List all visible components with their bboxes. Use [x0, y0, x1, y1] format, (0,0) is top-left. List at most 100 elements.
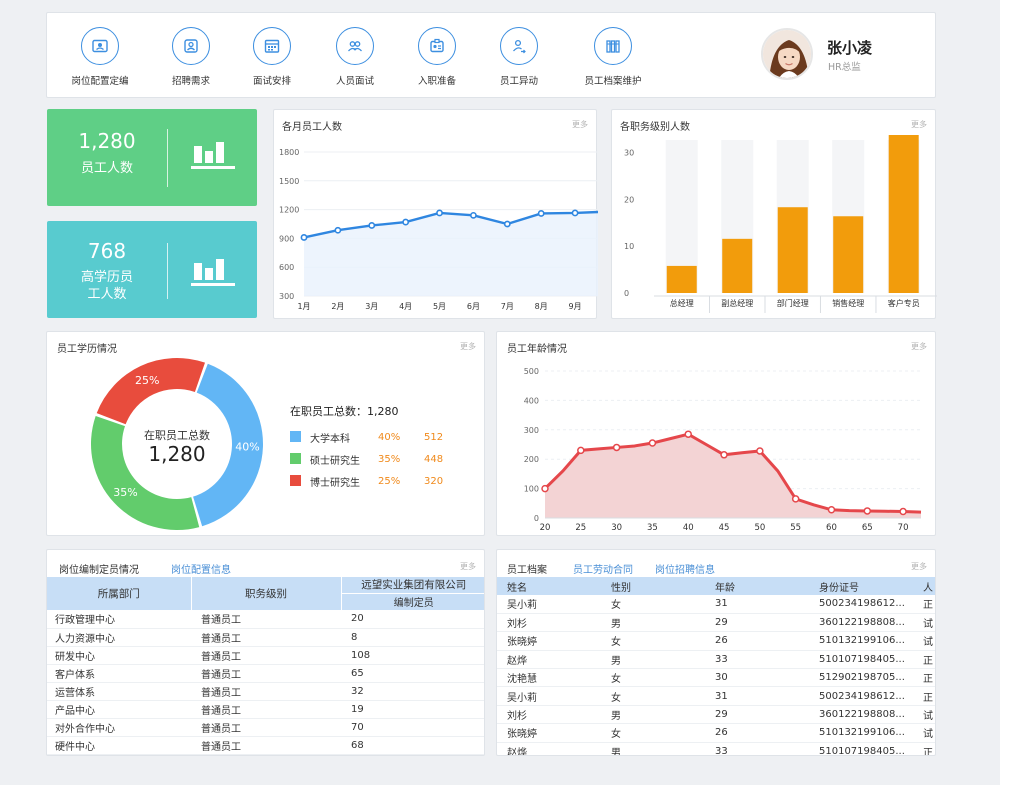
x-tick-label: 副总经理	[721, 298, 753, 308]
x-tick-label: 45	[719, 523, 730, 533]
table-cell: 硬件中心	[55, 741, 95, 753]
bar-chart-icon	[190, 252, 238, 292]
table-cell: 普通员工	[201, 615, 241, 627]
more-link[interactable]: 更多	[911, 561, 927, 572]
table-row[interactable]: 客户体系 普通员工 65	[47, 664, 484, 682]
archive-icon	[594, 27, 632, 65]
table-row[interactable]: 研发中心 普通员工 108	[47, 646, 484, 664]
table-cell: 女	[611, 729, 621, 741]
x-tick-label: 5月	[433, 302, 446, 311]
data-point	[368, 222, 376, 229]
table-row[interactable]: 行政管理中心 普通员工 20	[47, 610, 484, 628]
data-point	[300, 234, 308, 241]
stat-divider	[167, 243, 168, 299]
nav-archive[interactable]: 员工档案维护	[568, 27, 658, 87]
slice-label: 25%	[135, 374, 159, 387]
x-tick-label: 9月	[569, 302, 582, 311]
y-tick-label: 1800	[279, 148, 299, 157]
table-row[interactable]: 张晓婷 女 26 510132199106... 试	[497, 724, 935, 743]
table-cell: 产品中心	[55, 705, 95, 717]
col-header[interactable]: 人	[913, 577, 935, 595]
stat-card-employees[interactable]: 1,280 员工人数	[47, 109, 257, 206]
user-role: HR总监	[828, 62, 861, 73]
data-point	[541, 484, 549, 493]
nav-label: 面试安排	[252, 76, 291, 87]
legend-percent: 35%	[378, 453, 401, 465]
age-area-chart: 0 100 200 300 400 500 20 25 30 35 40 45 50 55 60 65 70	[524, 367, 922, 533]
x-tick-label: 总经理	[670, 298, 694, 308]
nav-label: 员工异动	[499, 76, 538, 87]
nav-recruit-demand[interactable]: 招聘需求	[146, 27, 236, 87]
table-row[interactable]: 人力资源中心 普通员工 8	[47, 628, 484, 646]
legend-count: 512	[424, 431, 444, 443]
table-row[interactable]: 赵烨 男 33 510107198405... 正	[497, 742, 935, 756]
table-cell: 26	[715, 635, 728, 647]
table-cell: 普通员工	[201, 669, 241, 681]
table-cell: 30	[715, 672, 728, 684]
table-cell: 19	[351, 703, 364, 715]
nav-interviewing[interactable]: 人员面试	[310, 27, 400, 87]
legend-item[interactable]: 博士研究生 25% 320	[290, 470, 443, 492]
table-row[interactable]: 吴小莉 女 31 500234198612... 正	[497, 687, 935, 706]
table-cell: 500234198612...	[819, 598, 905, 610]
age-panel: 员工年龄情况 更多 0 100 200 300 400 500 20 25 30 35 40 45 50…	[496, 331, 936, 536]
stat-card-high-education[interactable]: 768 高学历员 工人数	[47, 221, 257, 318]
dashboard-canvas: 岗位配置定编 招聘需求 面试安排 人员面试 入职准备 员工异动 员工档案维护 张…	[0, 0, 1000, 785]
table-row[interactable]: 刘杉 男 29 360122198808... 试	[497, 705, 935, 724]
x-tick-label: 1月	[297, 302, 310, 311]
table-row[interactable]: 沈艳慧 女 30 512902198705... 正	[497, 669, 935, 687]
nav-interview-schedule[interactable]: 面试安排	[227, 27, 317, 87]
table-cell: 赵烨	[507, 655, 527, 667]
legend-swatch	[290, 453, 301, 465]
data-point	[756, 447, 764, 455]
education-legend: 大学本科 40% 512 硕士研究生 35% 448 博士研究生 25% 320	[290, 426, 443, 492]
more-link[interactable]: 更多	[460, 341, 476, 352]
bar	[888, 135, 919, 293]
table-row[interactable]: 刘杉 男 29 360122198808... 试	[497, 613, 935, 632]
data-point	[648, 439, 657, 447]
y-tick-label: 900	[279, 234, 294, 243]
more-link[interactable]: 更多	[460, 561, 476, 572]
positions-table-body: 行政管理中心 普通员工 20 人力资源中心 普通员工 8 研发中心 普通员工 108 客户体系 普通…	[47, 610, 484, 754]
table-row[interactable]: 张晓婷 女 26 510132199106... 试	[497, 632, 935, 651]
table-row[interactable]: 运营体系 普通员工 32	[47, 682, 484, 700]
table-cell: 人力资源中心	[55, 633, 115, 645]
col-header-level[interactable]: 职务级别	[191, 577, 342, 610]
user-transfer-icon	[500, 27, 538, 65]
col-header[interactable]: 姓名	[497, 577, 601, 595]
data-point	[503, 220, 511, 228]
nav-label: 岗位配置定编	[71, 76, 129, 87]
x-tick-label: 4月	[399, 302, 412, 311]
table-cell: 360122198808...	[819, 709, 905, 721]
avatar[interactable]	[761, 28, 813, 80]
id-card-icon	[81, 27, 119, 65]
y-tick-label: 30	[624, 148, 634, 157]
table-cell: 32	[351, 685, 364, 697]
nav-staff-change[interactable]: 员工异动	[474, 27, 564, 87]
table-row[interactable]: 产品中心 普通员工 19	[47, 700, 484, 718]
table-row[interactable]: 硬件中心 普通员工 68	[47, 736, 484, 754]
table-cell: 赵烨	[507, 747, 527, 756]
nav-onboarding[interactable]: 入职准备	[392, 27, 482, 87]
col-header-dept[interactable]: 所属部门	[47, 577, 192, 610]
col-header[interactable]: 性别	[601, 577, 705, 595]
table-cell: 张晓婷	[507, 729, 537, 741]
col-header[interactable]: 年龄	[705, 577, 809, 595]
table-row[interactable]: 对外合作中心 普通员工 70	[47, 718, 484, 736]
legend-item[interactable]: 硕士研究生 35% 448	[290, 448, 443, 470]
col-header[interactable]: 身份证号	[809, 577, 913, 595]
positions-table-panel: 岗位编制定员情况 岗位配置信息 更多 所属部门 职务级别 远望实业集团有限公司 …	[46, 549, 485, 756]
nav-position-quota[interactable]: 岗位配置定编	[55, 27, 145, 87]
data-point	[612, 443, 621, 452]
area-fill	[545, 434, 921, 518]
monthly-employees-panel: 各月员工人数 更多 300 600 900 1200 1500 1800 1月 2月 3月 4月 5…	[273, 109, 598, 319]
legend-item[interactable]: 大学本科 40% 512	[290, 426, 443, 448]
table-row[interactable]: 赵烨 男 33 510107198405... 正	[497, 650, 935, 669]
legend-name: 硕士研究生	[310, 455, 360, 467]
bar	[833, 216, 864, 293]
y-tick-label: 200	[524, 455, 539, 464]
x-tick-label: 7月	[501, 302, 514, 311]
table-row[interactable]: 吴小莉 女 31 500234198612... 正	[497, 595, 935, 614]
table-cell: 正	[923, 600, 933, 612]
col-header-quota[interactable]: 编制定员	[341, 593, 484, 610]
